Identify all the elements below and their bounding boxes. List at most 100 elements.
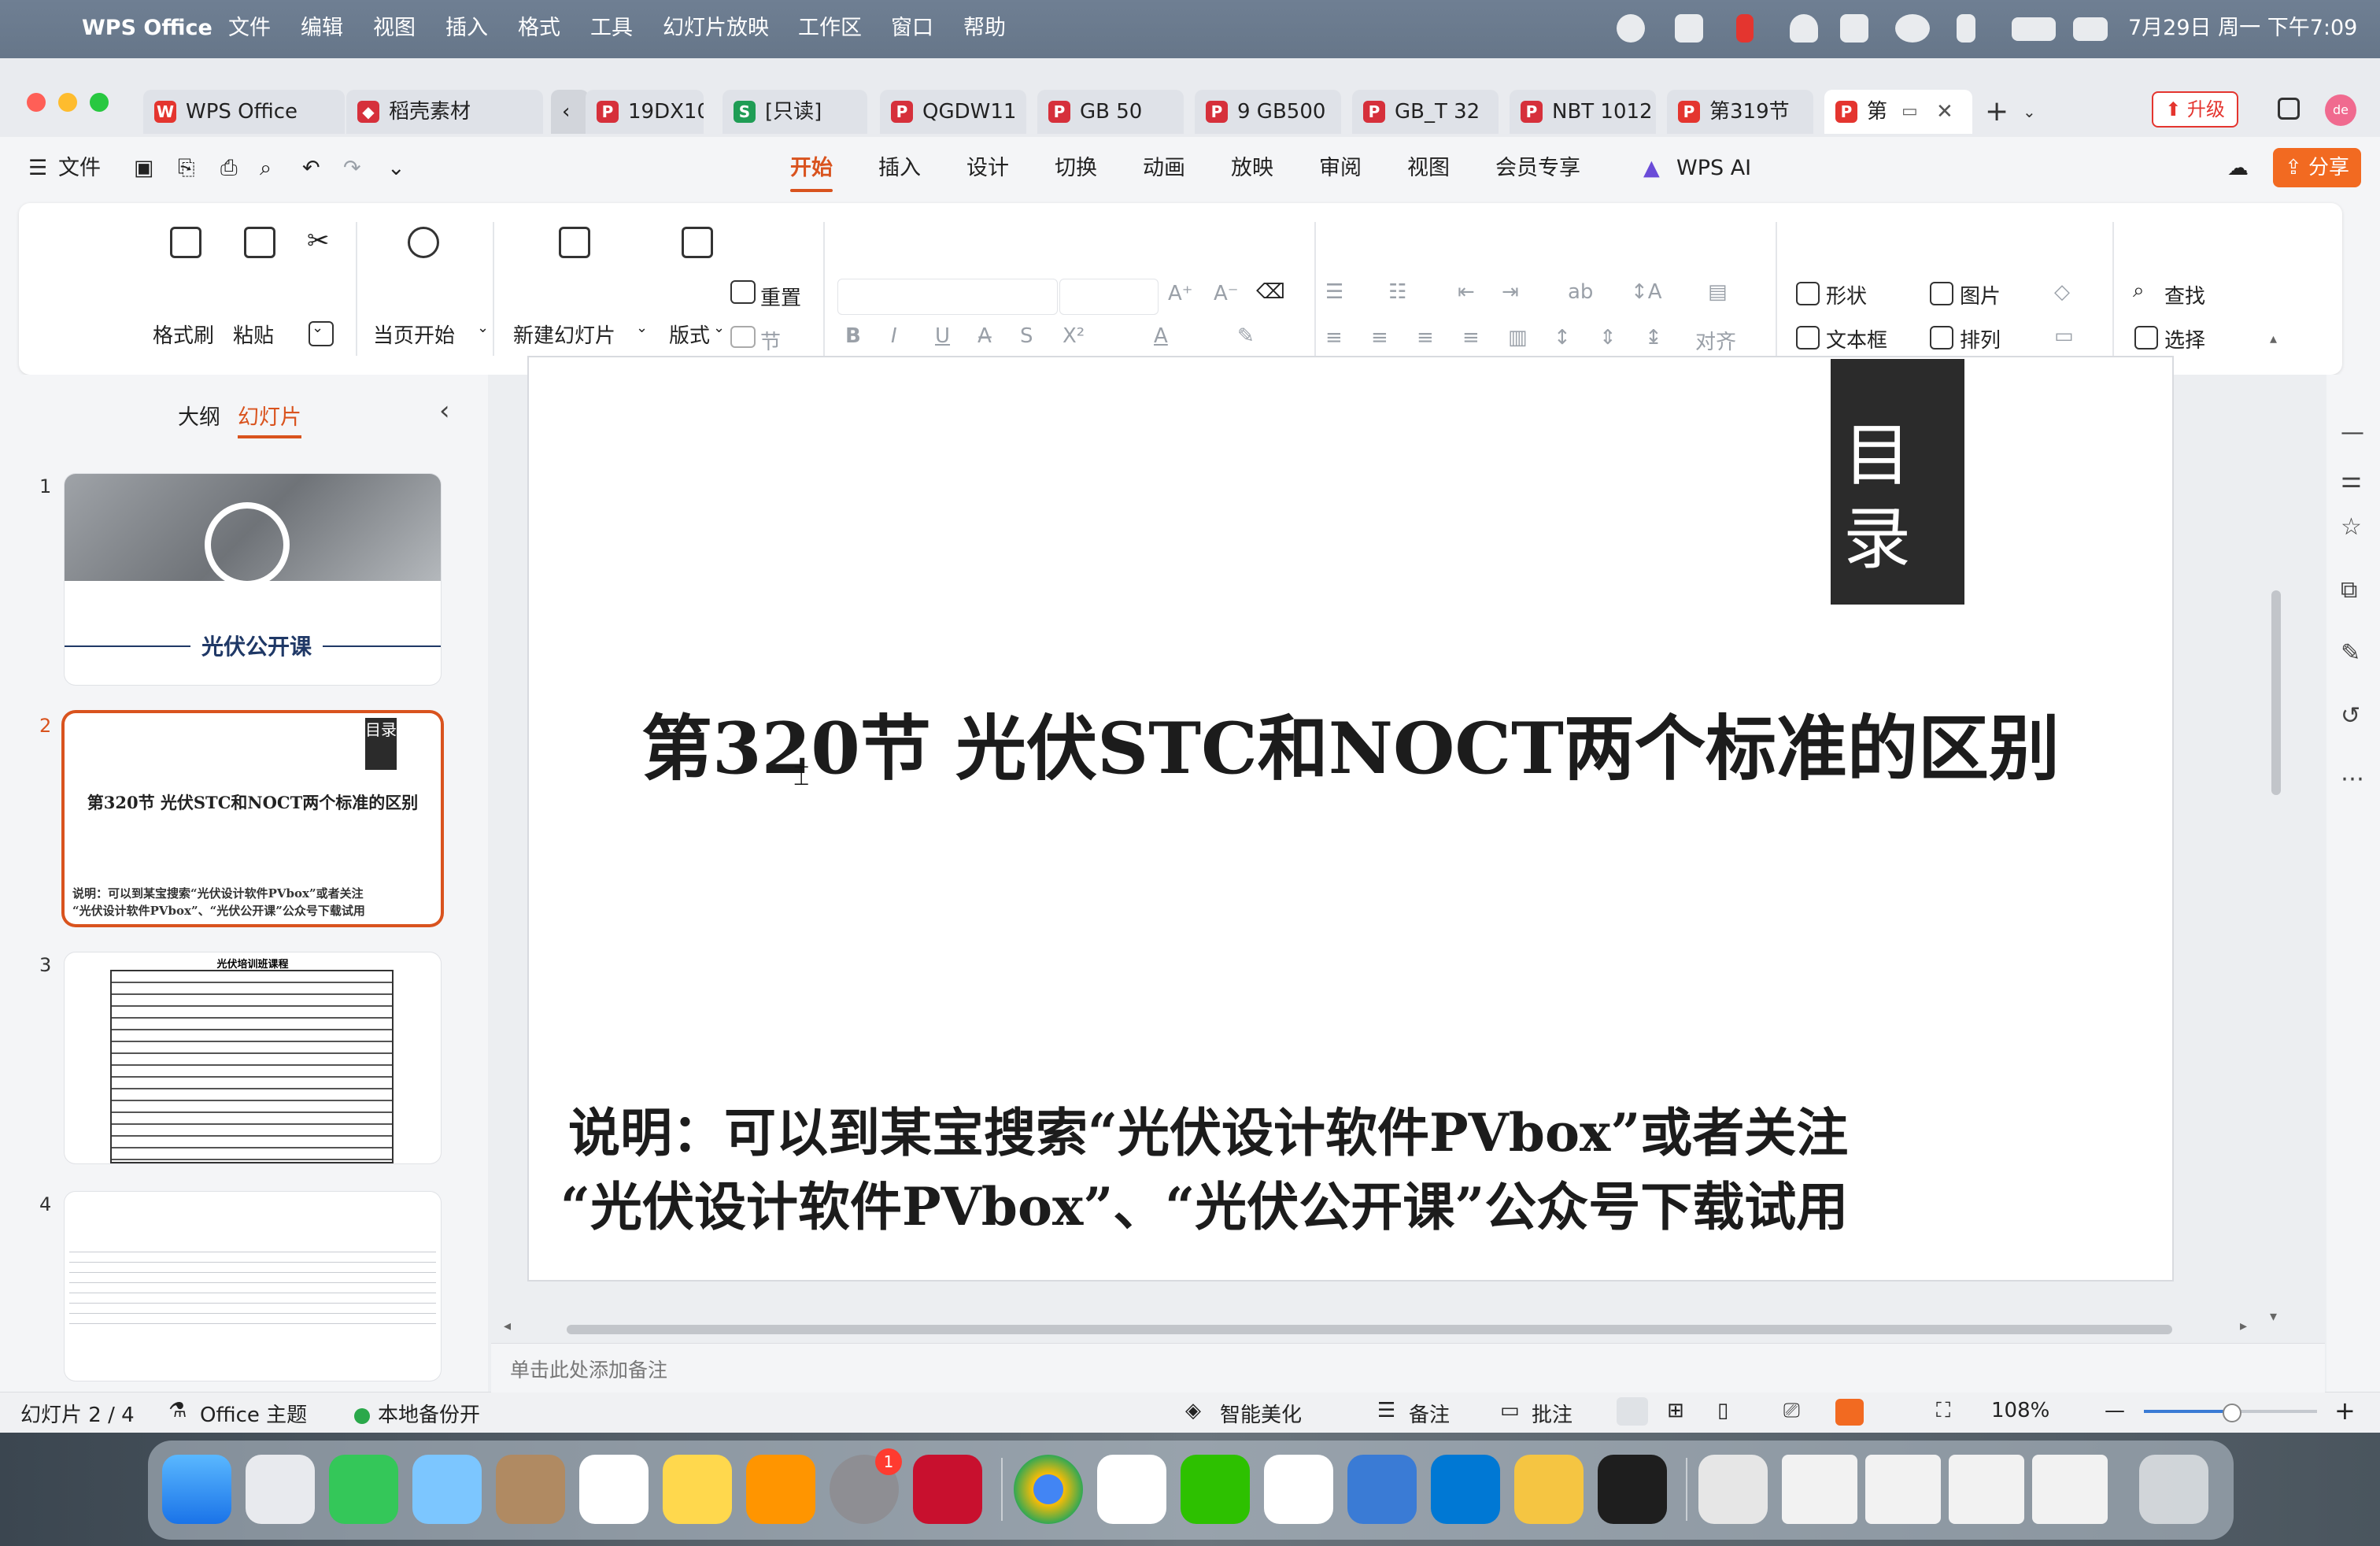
font-color-icon[interactable]: A	[1154, 324, 1168, 348]
italic-icon[interactable]: I	[891, 324, 897, 348]
menu-view[interactable]: 视图	[373, 14, 416, 43]
chevron-down-icon[interactable]: ⌄	[713, 320, 725, 336]
shadow-text-icon[interactable]: S	[1020, 324, 1033, 348]
menu-insert[interactable]: 插入	[445, 14, 488, 43]
picture-button[interactable]: 图片	[1960, 280, 2001, 309]
horizontal-scrollbar[interactable]: ◂ ▸	[504, 1318, 2267, 1337]
tab-member[interactable]: 会员专享	[1495, 153, 1580, 184]
zoom-slider-thumb[interactable]	[2223, 1404, 2241, 1422]
chevron-down-icon[interactable]: ⌄	[636, 320, 648, 336]
tab-gb50[interactable]: P GB 50	[1037, 90, 1184, 134]
close-tab-icon[interactable]: ✕	[1936, 90, 1953, 134]
scroll-up-icon[interactable]: ▴	[2270, 331, 2277, 347]
font-grow-icon[interactable]: A⁺	[1168, 282, 1193, 305]
launchpad-icon[interactable]	[246, 1455, 315, 1524]
wps-tray-icon[interactable]	[1675, 14, 1703, 43]
zoom-window-button[interactable]	[90, 93, 109, 112]
window-preview-4[interactable]	[2032, 1455, 2108, 1524]
calendar-tray-icon[interactable]	[1840, 14, 1868, 43]
minimize-window-button[interactable]	[58, 93, 77, 112]
bold-icon[interactable]: B	[845, 324, 861, 348]
upgrade-button[interactable]: ⬆ 升级	[2152, 91, 2238, 128]
strikethrough-icon[interactable]: A̶	[978, 324, 992, 348]
clear-format-icon[interactable]: ⌫	[1256, 280, 1285, 304]
menu-tools[interactable]: 工具	[590, 14, 633, 43]
tab-320-active[interactable]: P 第 ▭ ✕	[1824, 90, 1972, 134]
outline-icon[interactable]: ▭	[2054, 324, 2074, 348]
scroll-left-icon[interactable]: ◂	[504, 1318, 511, 1334]
vertical-align-icon[interactable]: ▤	[1708, 280, 1728, 304]
more-icon[interactable]: ⋯	[2341, 765, 2364, 793]
tab-9gb500[interactable]: P 9 GB500	[1195, 90, 1341, 134]
share-button[interactable]: ⇪ 分享	[2273, 148, 2361, 187]
align-text-button[interactable]: 对齐	[1695, 326, 1736, 355]
network-icon[interactable]	[1957, 14, 1975, 43]
notes-button[interactable]: 备注	[1409, 1399, 1450, 1428]
spacing-options-icon[interactable]: ↨	[1645, 326, 1662, 350]
hamburger-icon[interactable]: ☰	[28, 153, 47, 184]
pycharm-icon[interactable]	[1598, 1455, 1667, 1524]
layout-button[interactable]: 版式	[669, 320, 710, 349]
redo-icon[interactable]: ↷	[343, 153, 361, 184]
tab-gbt32[interactable]: P GB_T 32	[1352, 90, 1499, 134]
export-pdf-icon[interactable]: ⎘	[178, 153, 195, 184]
char-spacing-icon[interactable]: ab	[1568, 280, 1593, 304]
undo-icon[interactable]: ↶	[302, 153, 320, 184]
close-window-button[interactable]	[27, 93, 46, 112]
bell-icon[interactable]	[1790, 14, 1818, 43]
zoom-level[interactable]: 108%	[1991, 1399, 2049, 1422]
folder-icon[interactable]	[1514, 1455, 1584, 1524]
slide-thumb-4[interactable]	[65, 1192, 441, 1381]
backup-status[interactable]: 本地备份开	[378, 1399, 480, 1428]
slide-note-line-1[interactable]: 说明：可以到某宝搜索“光伏设计软件PVbox”或者关注	[568, 1091, 1848, 1167]
print-preview-icon[interactable]: ⌕	[260, 153, 272, 184]
tab-slideshow[interactable]: 放映	[1231, 153, 1273, 184]
autocad-icon[interactable]	[913, 1455, 982, 1524]
zip-file-icon[interactable]	[1698, 1455, 1768, 1524]
tab-view[interactable]: 视图	[1407, 153, 1450, 184]
increase-indent-icon[interactable]: ⇥	[1502, 280, 1519, 304]
menu-slideshow[interactable]: 幻灯片放映	[663, 14, 769, 43]
trash-icon[interactable]	[2139, 1455, 2208, 1524]
fit-window-icon[interactable]: ⛶	[1936, 1399, 1950, 1423]
slide-thumb-3[interactable]: 光伏培训班课程	[65, 952, 441, 1163]
comments-button[interactable]: 批注	[1532, 1399, 1572, 1428]
maps-icon[interactable]	[412, 1455, 482, 1524]
tab-insert[interactable]: 插入	[878, 153, 921, 184]
scroll-right-icon[interactable]: ▸	[2240, 1318, 2247, 1334]
sliders-icon[interactable]: ⚌	[2341, 466, 2362, 494]
section-button[interactable]: 节	[760, 326, 781, 355]
shape-button[interactable]: 形状	[1826, 280, 1867, 309]
tab-scroll-left-button[interactable]: ‹	[551, 90, 589, 134]
line-spacing-icon[interactable]: ↕	[1554, 326, 1571, 350]
messages-icon[interactable]	[329, 1455, 398, 1524]
slide-canvas[interactable]: 目 录 第320节 光伏STC和NOCT两个标准的区别 ⌶ 说明：可以到某宝搜索…	[529, 357, 2172, 1280]
align-right-icon[interactable]: ≡	[1417, 326, 1434, 350]
reset-button[interactable]: 重置	[760, 282, 801, 311]
reading-view-icon[interactable]: ▯	[1717, 1399, 1728, 1422]
paragraph-spacing-icon[interactable]: ⇕	[1599, 326, 1617, 350]
tab-design[interactable]: 设计	[966, 153, 1009, 184]
decrease-indent-icon[interactable]: ⇤	[1458, 280, 1475, 304]
edit-icon[interactable]: ✎	[2341, 639, 2360, 667]
zoom-out-icon[interactable]: —	[2105, 1399, 2125, 1422]
minus-icon[interactable]: —	[2341, 419, 2364, 446]
tab-readonly[interactable]: S [只读]	[722, 90, 867, 134]
chrome-icon[interactable]	[1014, 1455, 1083, 1524]
menu-format[interactable]: 格式	[518, 14, 560, 43]
menu-app-name[interactable]: WPS Office	[82, 14, 213, 43]
window-preview-3[interactable]	[1949, 1455, 2024, 1524]
contacts-icon[interactable]	[496, 1455, 565, 1524]
tab-19dx101[interactable]: P 19DX101-	[586, 90, 704, 134]
tab-daoke[interactable]: ◆ 稻壳素材	[346, 90, 543, 134]
tab-wps-ai[interactable]: WPS AI	[1676, 153, 1751, 184]
underline-icon[interactable]: U	[935, 324, 950, 348]
tab-319[interactable]: P 第319节	[1667, 90, 1813, 134]
outline-tab[interactable]: 大纲	[178, 400, 220, 431]
avatar[interactable]: de	[2325, 94, 2356, 126]
notes-area[interactable]: 单击此处添加备注	[491, 1343, 2325, 1393]
new-tab-icon[interactable]: +	[1985, 90, 2009, 134]
finder-icon[interactable]	[162, 1455, 231, 1524]
copy-slide-icon[interactable]: ⧉	[2341, 576, 2357, 604]
menu-edit[interactable]: 编辑	[301, 14, 343, 43]
